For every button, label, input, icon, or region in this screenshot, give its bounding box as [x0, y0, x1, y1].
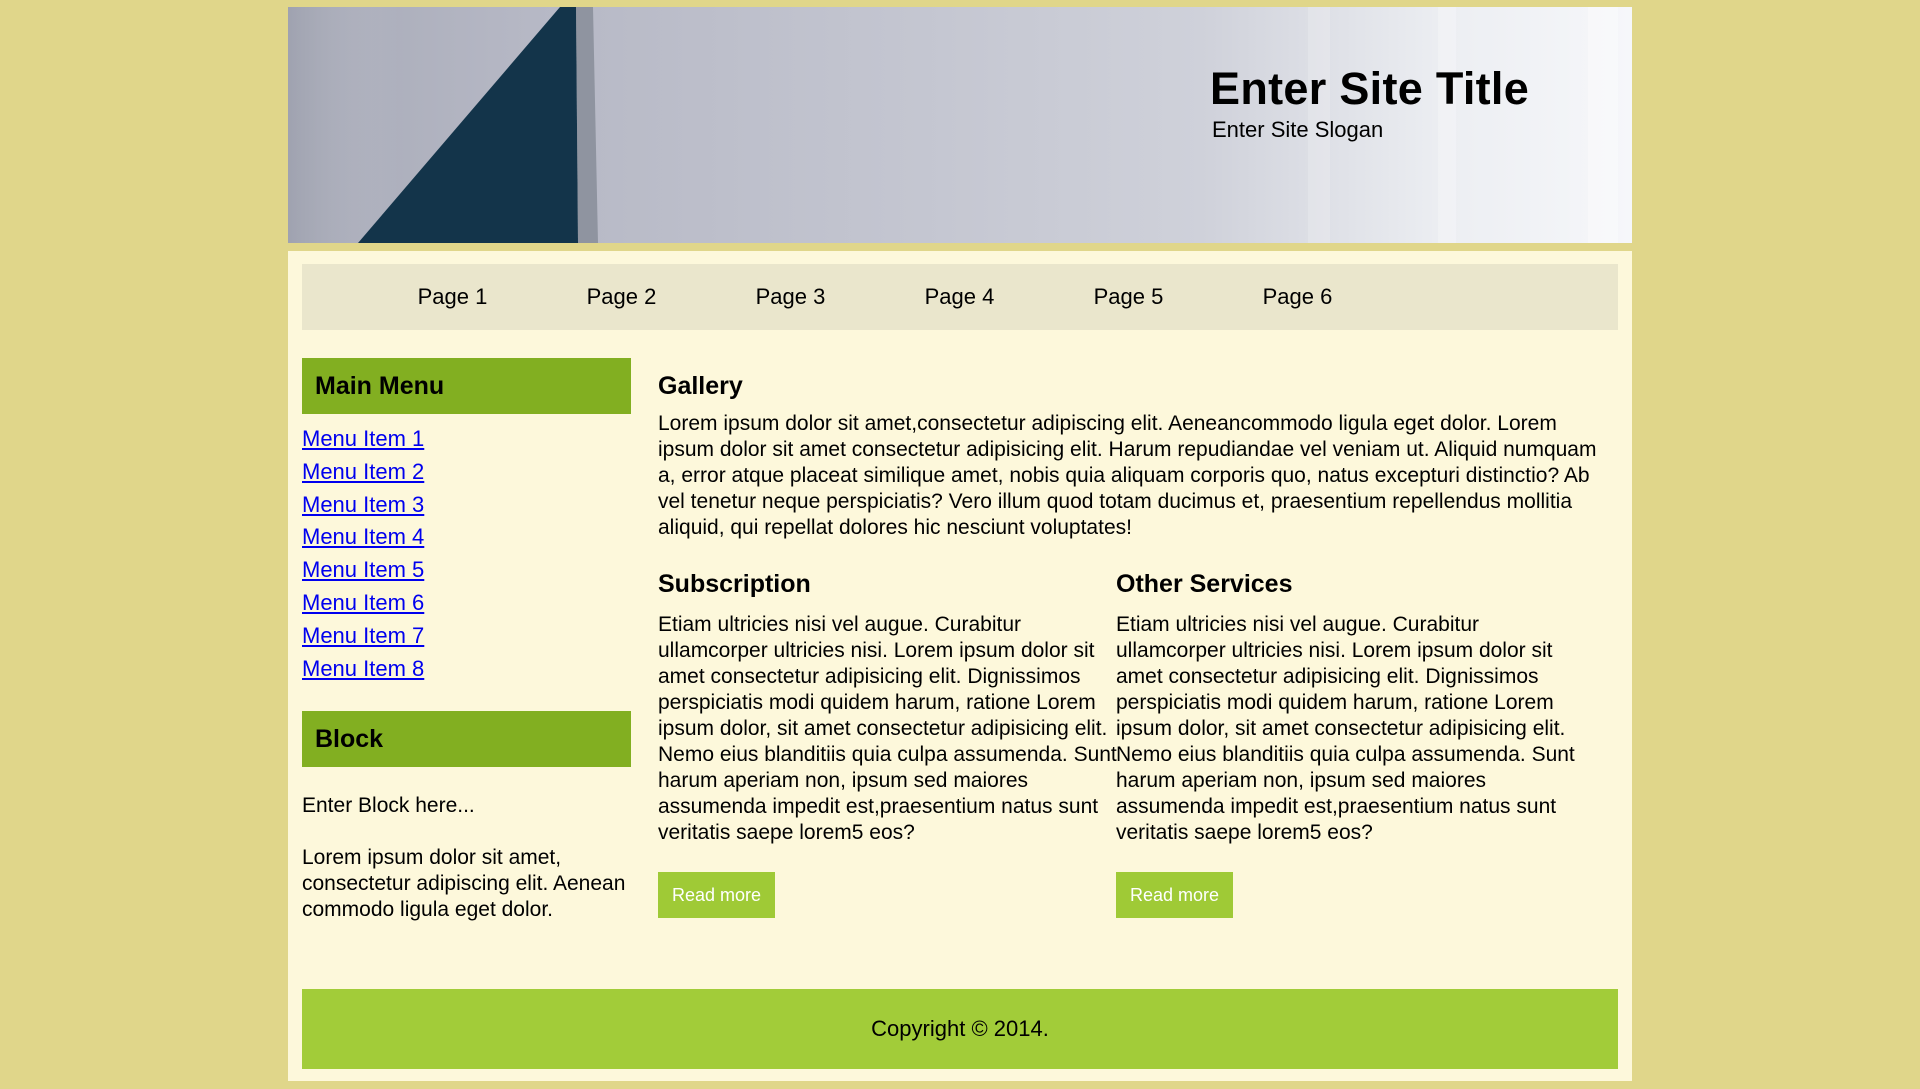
nav-item-page-2[interactable]: Page 2	[537, 284, 706, 310]
nav-item-page-5[interactable]: Page 5	[1044, 284, 1213, 310]
nav-item-page-3[interactable]: Page 3	[706, 284, 875, 310]
gallery-heading: Gallery	[658, 372, 743, 400]
two-column-section: Subscription Etiam ultricies nisi vel au…	[658, 570, 1608, 950]
menu-list-item: Menu Item 5	[302, 556, 631, 589]
nav-item-page-4[interactable]: Page 4	[875, 284, 1044, 310]
footer: Copyright © 2014.	[302, 989, 1618, 1069]
block-text: Lorem ipsum dolor sit amet, consectetur …	[302, 846, 626, 922]
main-menu: Menu Item 1 Menu Item 2 Menu Item 3 Menu…	[302, 425, 631, 687]
sidebar: Main Menu Menu Item 1 Menu Item 2 Menu I…	[302, 358, 631, 949]
menu-list-item: Menu Item 2	[302, 458, 631, 491]
subscription-column: Subscription Etiam ultricies nisi vel au…	[658, 570, 1118, 918]
menu-item-2-link[interactable]: Menu Item 2	[302, 459, 424, 484]
menu-list-item: Menu Item 3	[302, 491, 631, 524]
site-slogan: Enter Site Slogan	[1212, 117, 1384, 142]
other-services-column: Other Services Etiam ultricies nisi vel …	[1116, 570, 1576, 918]
nav-item-page-1[interactable]: Page 1	[368, 284, 537, 310]
menu-list-item: Menu Item 4	[302, 523, 631, 556]
other-services-text: Etiam ultricies nisi vel augue. Curabitu…	[1116, 613, 1575, 844]
main-menu-heading: Main Menu	[302, 358, 631, 414]
subscription-text: Etiam ultricies nisi vel augue. Curabitu…	[658, 613, 1117, 844]
top-nav: Page 1 Page 2 Page 3 Page 4 Page 5 Page …	[302, 264, 1618, 330]
copyright-text: Copyright © 2014.	[871, 1016, 1049, 1041]
subscription-read-more-button[interactable]: Read more	[658, 872, 776, 918]
menu-item-5-link[interactable]: Menu Item 5	[302, 557, 424, 582]
main-content: Gallery Lorem ipsum dolor sit amet,conse…	[658, 358, 1608, 950]
block-body: Enter Block here... Lorem ipsum dolor si…	[302, 793, 631, 923]
block-intro: Enter Block here...	[302, 794, 475, 818]
menu-list-item: Menu Item 6	[302, 589, 631, 622]
menu-item-4-link[interactable]: Menu Item 4	[302, 524, 424, 549]
gallery-text: Lorem ipsum dolor sit amet,consectetur a…	[658, 412, 1597, 539]
menu-item-3-link[interactable]: Menu Item 3	[302, 492, 424, 517]
other-services-heading: Other Services	[1116, 570, 1293, 598]
menu-list-item: Menu Item 1	[302, 425, 631, 458]
menu-item-7-link[interactable]: Menu Item 7	[302, 623, 424, 648]
page: Enter Site Title Enter Site Slogan Page …	[288, 0, 1632, 1089]
header-banner: Enter Site Title Enter Site Slogan	[288, 7, 1632, 243]
menu-item-6-link[interactable]: Menu Item 6	[302, 590, 424, 615]
other-services-read-more-button[interactable]: Read more	[1116, 872, 1234, 918]
subscription-heading: Subscription	[658, 570, 811, 598]
menu-item-1-link[interactable]: Menu Item 1	[302, 426, 424, 451]
menu-list-item: Menu Item 8	[302, 655, 631, 688]
menu-list-item: Menu Item 7	[302, 622, 631, 655]
menu-item-8-link[interactable]: Menu Item 8	[302, 656, 424, 681]
header-image	[288, 7, 1618, 243]
block-heading: Block	[302, 711, 631, 768]
nav-item-page-6[interactable]: Page 6	[1213, 284, 1382, 310]
main-panel: Page 1 Page 2 Page 3 Page 4 Page 5 Page …	[288, 251, 1632, 1081]
site-title: Enter Site Title	[1210, 63, 1530, 114]
